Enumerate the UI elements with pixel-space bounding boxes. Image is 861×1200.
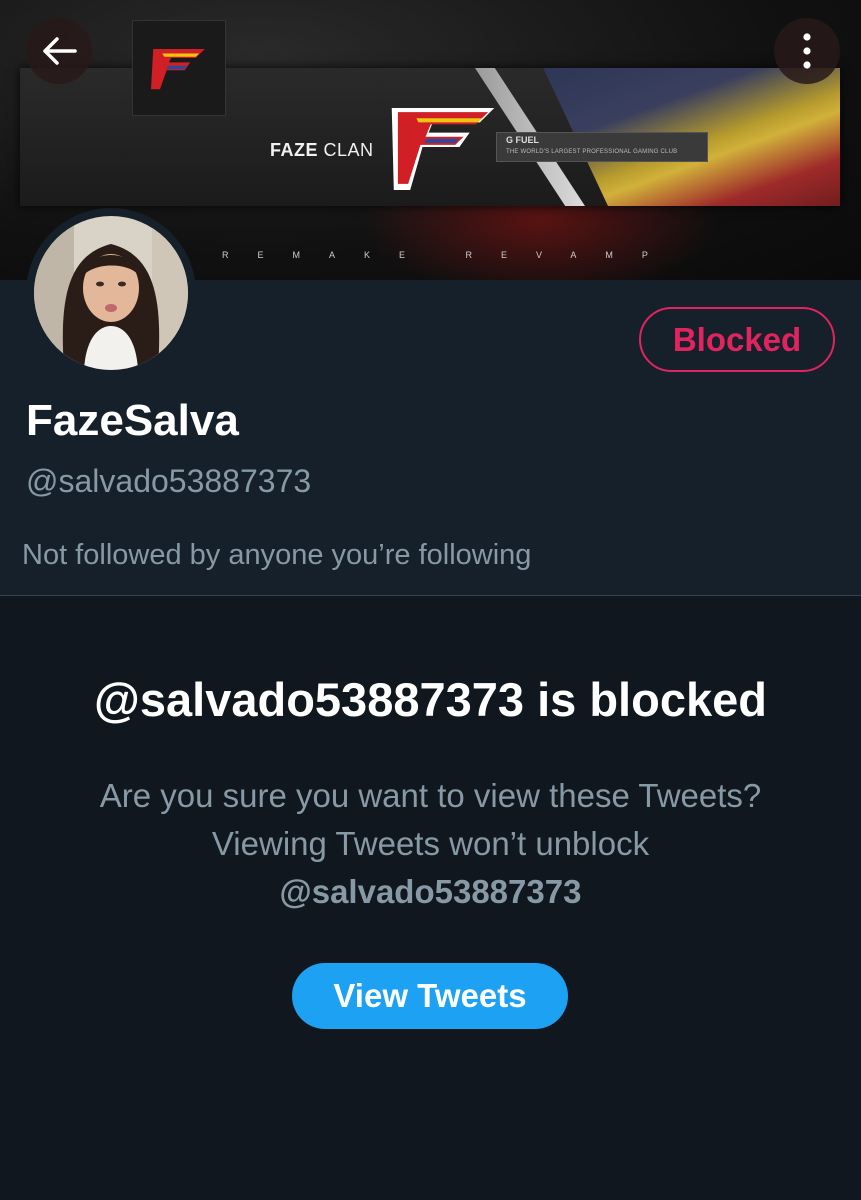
followers-you-know-note: Not followed by anyone you’re following [22,539,532,571]
user-handle: @salvado53887373 [26,463,312,499]
avatar-image [34,216,188,370]
blocked-button[interactable]: Blocked [639,307,835,372]
more-vertical-icon [803,33,811,69]
faze-logo-icon [151,48,205,90]
display-name: FazeSalva [26,396,239,445]
blocked-notice-text: Are you sure you want to view these Twee… [99,777,762,862]
back-button[interactable] [26,18,92,84]
blocked-notice-message: Are you sure you want to view these Twee… [80,772,781,916]
arrow-left-icon [43,37,77,65]
faze-logo-icon [391,108,495,190]
more-options-button[interactable] [774,18,840,84]
blocked-notice-title: @salvado53887373 is blocked [94,673,767,726]
avatar[interactable] [26,208,196,378]
banner-brand: FAZE CLAN [270,140,374,160]
banner-sponsor: G FUEL [506,135,539,145]
banner-thumbnail [132,20,226,116]
banner-sponsor-tagline: THE WORLD'S LARGEST PROFESSIONAL GAMING … [506,149,678,155]
banner-caption: REMAKE REVAMP [222,250,677,260]
blocked-notice-handle: @salvado53887373 [279,873,582,910]
view-tweets-button[interactable]: View Tweets [292,963,568,1029]
